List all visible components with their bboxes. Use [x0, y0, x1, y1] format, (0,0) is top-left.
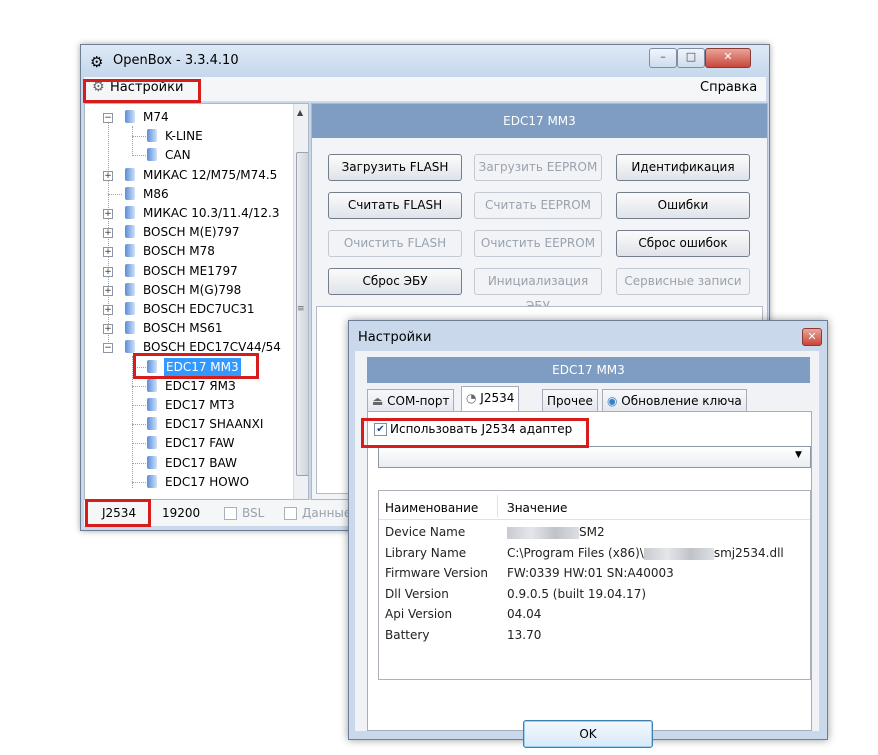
row-value: 13.70 — [507, 628, 542, 642]
ecu-tree: − M74 K-LINE CAN + МИКАС 12/M75/M74.5 M86 … — [84, 103, 309, 500]
dialog-body: EDC17 MM3 ⏏ COM-порт ◔ J2534 Прочее ◉ Об… — [355, 351, 819, 748]
scroll-thumb[interactable] — [296, 152, 308, 476]
chevron-down-icon: ▼ — [795, 450, 802, 460]
highlight-box-tree — [133, 353, 259, 379]
row-name: Battery — [385, 628, 430, 642]
col-header-name: Наименование — [385, 501, 479, 515]
window-title: OpenBox - 3.3.4.10 — [113, 53, 239, 68]
init-ecu-button: Инициализация ЭБУ — [474, 268, 602, 313]
close-button[interactable]: ✕ — [705, 48, 751, 68]
port-icon: ⏏ — [372, 394, 388, 408]
tab-j2534[interactable]: ◔ J2534 — [461, 386, 520, 412]
j2534-icon: ◔ — [466, 391, 481, 405]
title-bar: ⚙ OpenBox - 3.3.4.10 – □ ✕ — [81, 45, 769, 77]
reset-errors-button[interactable]: Сброс ошибок — [616, 230, 750, 257]
highlight-box-status — [85, 499, 151, 527]
tree-scrollbar[interactable]: ▲ ≡ — [293, 104, 308, 499]
tab-com-port[interactable]: ⏏ COM-порт — [367, 389, 455, 412]
tab-key-update[interactable]: ◉ Обновление ключа — [602, 389, 747, 412]
app-icon: ⚙ — [90, 53, 104, 71]
row-value: 0.9.0.5 (built 19.04.17) — [507, 587, 647, 601]
dialog-header: EDC17 MM3 — [367, 357, 810, 383]
device-info-grid: Наименование Значение Device Name SM2 Li… — [378, 490, 811, 680]
errors-button[interactable]: Ошибки — [616, 192, 750, 219]
minimize-button[interactable]: – — [649, 48, 677, 68]
row-name: Api Version — [385, 607, 453, 621]
row-value: C:\Program Files (x86)\ smj2534.dll — [507, 546, 784, 560]
menu-help[interactable]: Справка — [700, 80, 757, 95]
row-name: Library Name — [385, 546, 467, 560]
grip-icon: ≡ — [297, 304, 305, 314]
row-name: Device Name — [385, 525, 466, 539]
dialog-close-button[interactable]: ✕ — [802, 328, 822, 346]
data-checkbox — [284, 507, 297, 520]
clear-eeprom-button: Очистить EEPROM — [474, 230, 602, 257]
row-name: Firmware Version — [385, 566, 488, 580]
col-header-value: Значение — [507, 501, 568, 515]
read-eeprom-button: Считать EEPROM — [474, 192, 602, 219]
reset-ecu-button[interactable]: Сброс ЭБУ — [328, 268, 462, 295]
bsl-checkbox — [224, 507, 237, 520]
row-value: FW:0339 HW:01 SN:A40003 — [507, 566, 674, 580]
service-records-button: Сервисные записи — [616, 268, 750, 295]
data-label: Данные — [302, 506, 352, 520]
bsl-label: BSL — [242, 506, 265, 520]
j2534-tab-page: ✔ Использовать J2534 адаптер ▼ Наименова… — [367, 411, 812, 731]
scroll-up-icon[interactable]: ▲ — [297, 108, 303, 117]
load-flash-button[interactable]: Загрузить FLASH — [328, 154, 462, 181]
highlight-box-adapter — [361, 418, 589, 448]
identification-button[interactable]: Идентификация — [616, 154, 750, 181]
highlight-box-settings — [83, 79, 201, 103]
panel-header: EDC17 MM3 — [312, 104, 767, 138]
row-value: 04.04 — [507, 607, 542, 621]
tab-other[interactable]: Прочее — [542, 389, 598, 412]
settings-dialog: Настройки ✕ EDC17 MM3 ⏏ COM-порт ◔ J2534… — [348, 320, 828, 748]
dialog-title: Настройки — [358, 330, 432, 345]
read-flash-button[interactable]: Считать FLASH — [328, 192, 462, 219]
row-value: SM2 — [507, 525, 605, 539]
update-icon: ◉ — [607, 394, 622, 408]
adapter-select[interactable]: ▼ — [378, 446, 811, 468]
status-baud: 19200 — [162, 506, 201, 520]
maximize-button[interactable]: □ — [677, 48, 705, 68]
ok-button[interactable]: OK — [523, 720, 653, 748]
load-eeprom-button: Загрузить EEPROM — [474, 154, 602, 181]
row-name: Dll Version — [385, 587, 449, 601]
clear-flash-button: Очистить FLASH — [328, 230, 462, 257]
